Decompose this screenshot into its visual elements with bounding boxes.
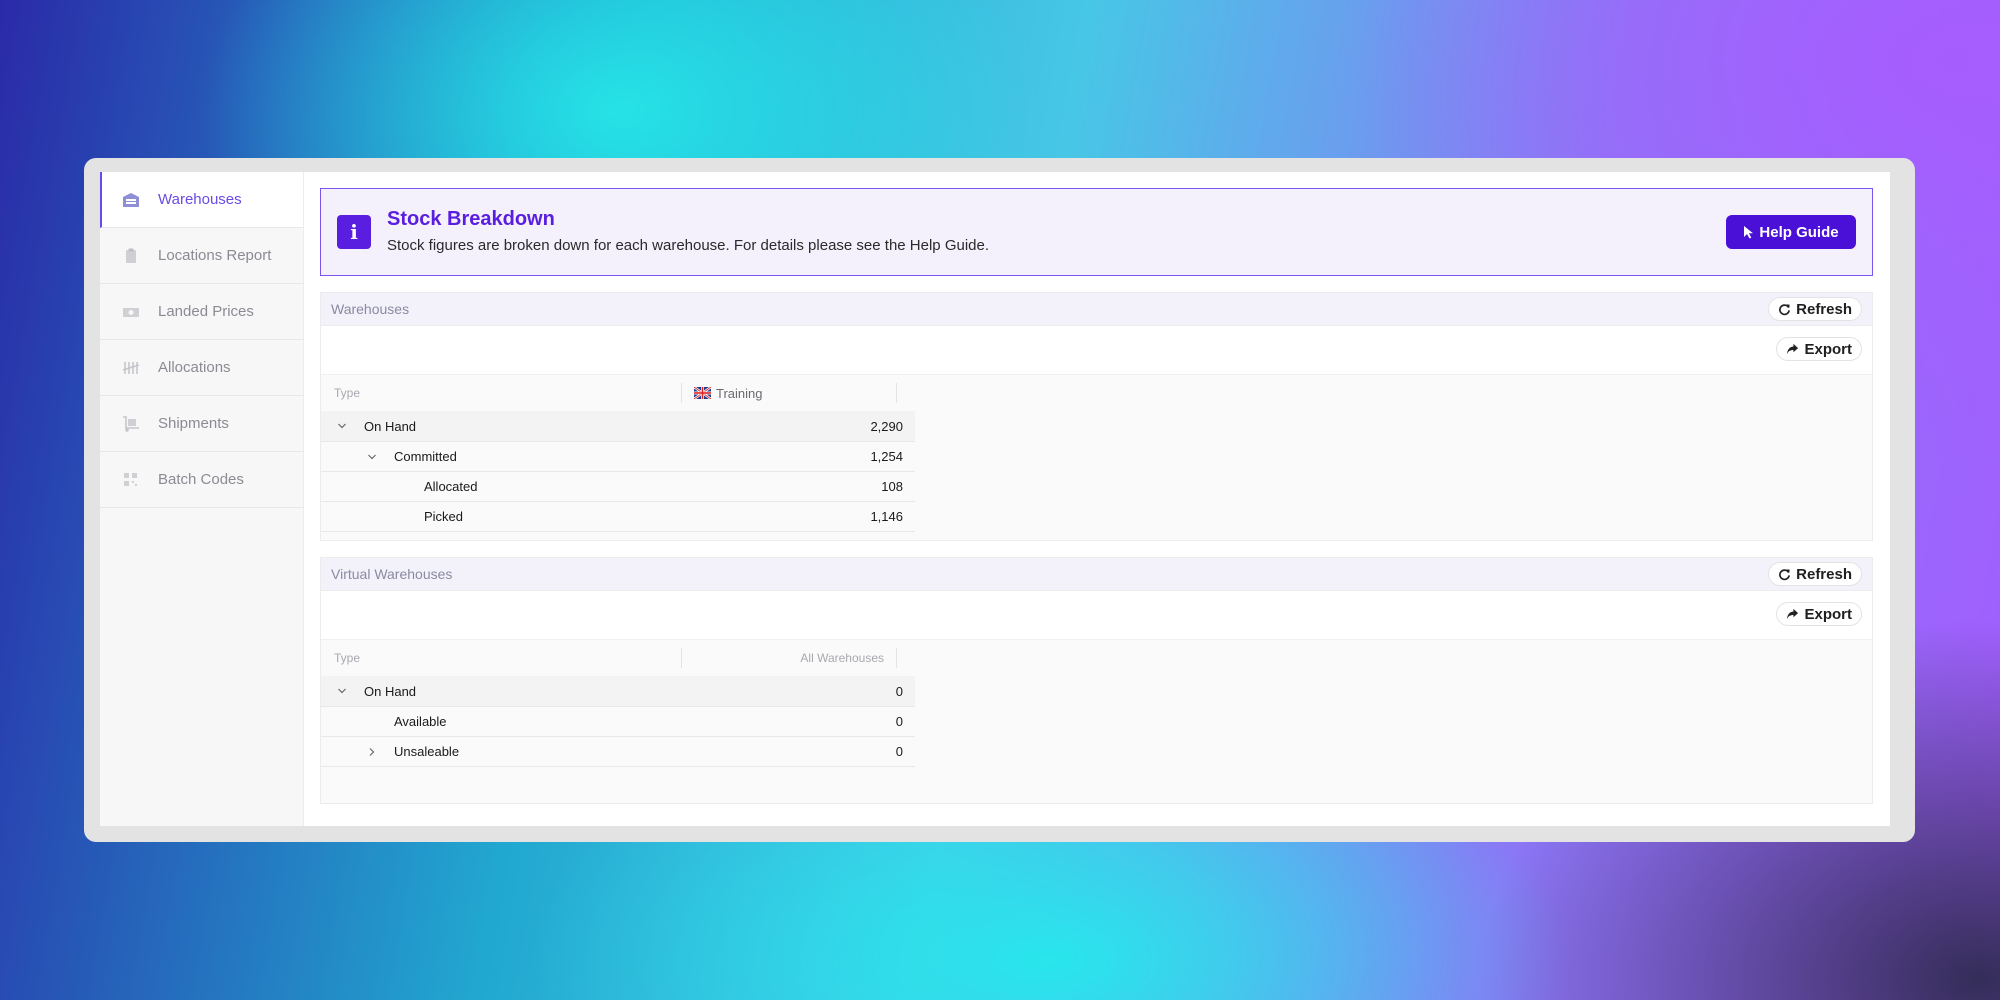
sidebar-item-label: Landed Prices <box>158 303 254 320</box>
pointer-icon <box>1744 226 1754 239</box>
row-value: 2,290 <box>870 418 903 434</box>
sidebar-item-label: Batch Codes <box>158 471 244 488</box>
export-label: Export <box>1804 605 1852 623</box>
app-window: Warehouses Locations Report Landed Price… <box>100 172 1890 826</box>
table-header: Type All Warehouses <box>321 640 915 676</box>
sidebar: Warehouses Locations Report Landed Price… <box>100 172 304 826</box>
table-header: Type Training <box>321 375 915 411</box>
export-button[interactable]: Export <box>1776 337 1862 361</box>
chevron-down-icon[interactable] <box>337 686 347 696</box>
row-label: Unsaleable <box>394 744 460 759</box>
refresh-button[interactable]: Refresh <box>1768 297 1862 321</box>
column-header-all-warehouses[interactable]: All Warehouses <box>682 648 897 668</box>
chevron-down-icon[interactable] <box>337 421 347 431</box>
warehouses-table: Type Training On Hand 2,290 Committed 1,… <box>321 375 915 532</box>
uk-flag-icon <box>694 387 711 399</box>
table-row: Picked 1,146 <box>321 502 915 532</box>
banner-text: Stock figures are broken down for each w… <box>387 237 990 254</box>
refresh-icon <box>1779 303 1791 315</box>
sidebar-item-warehouses[interactable]: Warehouses <box>100 172 303 228</box>
column-header-type: Type <box>321 383 682 403</box>
column-header-type: Type <box>321 648 682 668</box>
table-row: Allocated 108 <box>321 472 915 502</box>
refresh-icon <box>1779 568 1791 580</box>
sidebar-item-label: Warehouses <box>158 191 242 208</box>
share-icon <box>1787 343 1799 354</box>
share-icon <box>1787 608 1799 619</box>
sidebar-item-locations-report[interactable]: Locations Report <box>100 228 303 284</box>
dolly-icon <box>122 415 140 433</box>
stock-breakdown-banner: i Stock Breakdown Stock figures are brok… <box>320 188 1873 276</box>
panel-title: Virtual Warehouses <box>331 566 453 582</box>
warehouses-toolbar: Export <box>321 326 1872 375</box>
refresh-label: Refresh <box>1796 300 1852 318</box>
warehouses-panel-header: Warehouses Refresh <box>321 293 1872 326</box>
sidebar-item-label: Shipments <box>158 415 229 432</box>
panel-title: Warehouses <box>331 301 410 317</box>
refresh-label: Refresh <box>1796 565 1852 583</box>
money-icon <box>122 303 140 321</box>
virtual-warehouses-table: Type All Warehouses On Hand 0 Available … <box>321 640 915 767</box>
export-button[interactable]: Export <box>1776 602 1862 626</box>
row-label: Picked <box>424 509 464 524</box>
table-row[interactable]: On Hand 0 <box>321 676 915 707</box>
table-row[interactable]: On Hand 2,290 <box>321 411 915 442</box>
virtual-warehouses-toolbar: Export <box>321 591 1872 640</box>
row-value: 108 <box>881 479 903 494</box>
table-row[interactable]: Committed 1,254 <box>321 442 915 472</box>
clipboard-icon <box>122 247 140 265</box>
sidebar-item-label: Allocations <box>158 359 231 376</box>
row-label: Available <box>394 714 447 729</box>
chevron-down-icon[interactable] <box>367 452 377 462</box>
row-value: 1,254 <box>870 449 903 464</box>
column-header-training[interactable]: Training <box>682 383 897 403</box>
tally-icon <box>122 359 140 377</box>
sidebar-item-landed-prices[interactable]: Landed Prices <box>100 284 303 340</box>
chevron-right-icon[interactable] <box>367 747 377 757</box>
sidebar-item-shipments[interactable]: Shipments <box>100 396 303 452</box>
warehouses-panel: Warehouses Refresh Export Type Training … <box>320 292 1873 541</box>
row-label: Allocated <box>424 479 478 494</box>
sidebar-item-label: Locations Report <box>158 247 272 264</box>
row-label: On Hand <box>364 418 417 434</box>
banner-title: Stock Breakdown <box>387 208 555 230</box>
refresh-button[interactable]: Refresh <box>1768 562 1862 586</box>
main-content: i Stock Breakdown Stock figures are brok… <box>320 188 1873 804</box>
warehouse-icon <box>122 191 140 209</box>
sidebar-item-allocations[interactable]: Allocations <box>100 340 303 396</box>
row-value: 0 <box>895 683 903 699</box>
info-icon: i <box>337 215 371 249</box>
barcode-icon <box>122 471 140 489</box>
table-row[interactable]: Unsaleable 0 <box>321 737 915 767</box>
virtual-warehouses-panel-header: Virtual Warehouses Refresh <box>321 558 1872 591</box>
row-label: Committed <box>394 449 457 464</box>
virtual-warehouses-panel: Virtual Warehouses Refresh Export Type A… <box>320 557 1873 804</box>
column-header-label: Training <box>716 385 763 401</box>
row-value: 0 <box>895 744 903 759</box>
help-guide-button[interactable]: Help Guide <box>1726 215 1856 249</box>
help-guide-label: Help Guide <box>1759 223 1839 241</box>
sidebar-item-batch-codes[interactable]: Batch Codes <box>100 452 303 508</box>
row-value: 0 <box>895 714 903 729</box>
row-value: 1,146 <box>870 509 903 524</box>
row-label: On Hand <box>364 683 417 699</box>
table-row: Available 0 <box>321 707 915 737</box>
export-label: Export <box>1804 340 1852 358</box>
